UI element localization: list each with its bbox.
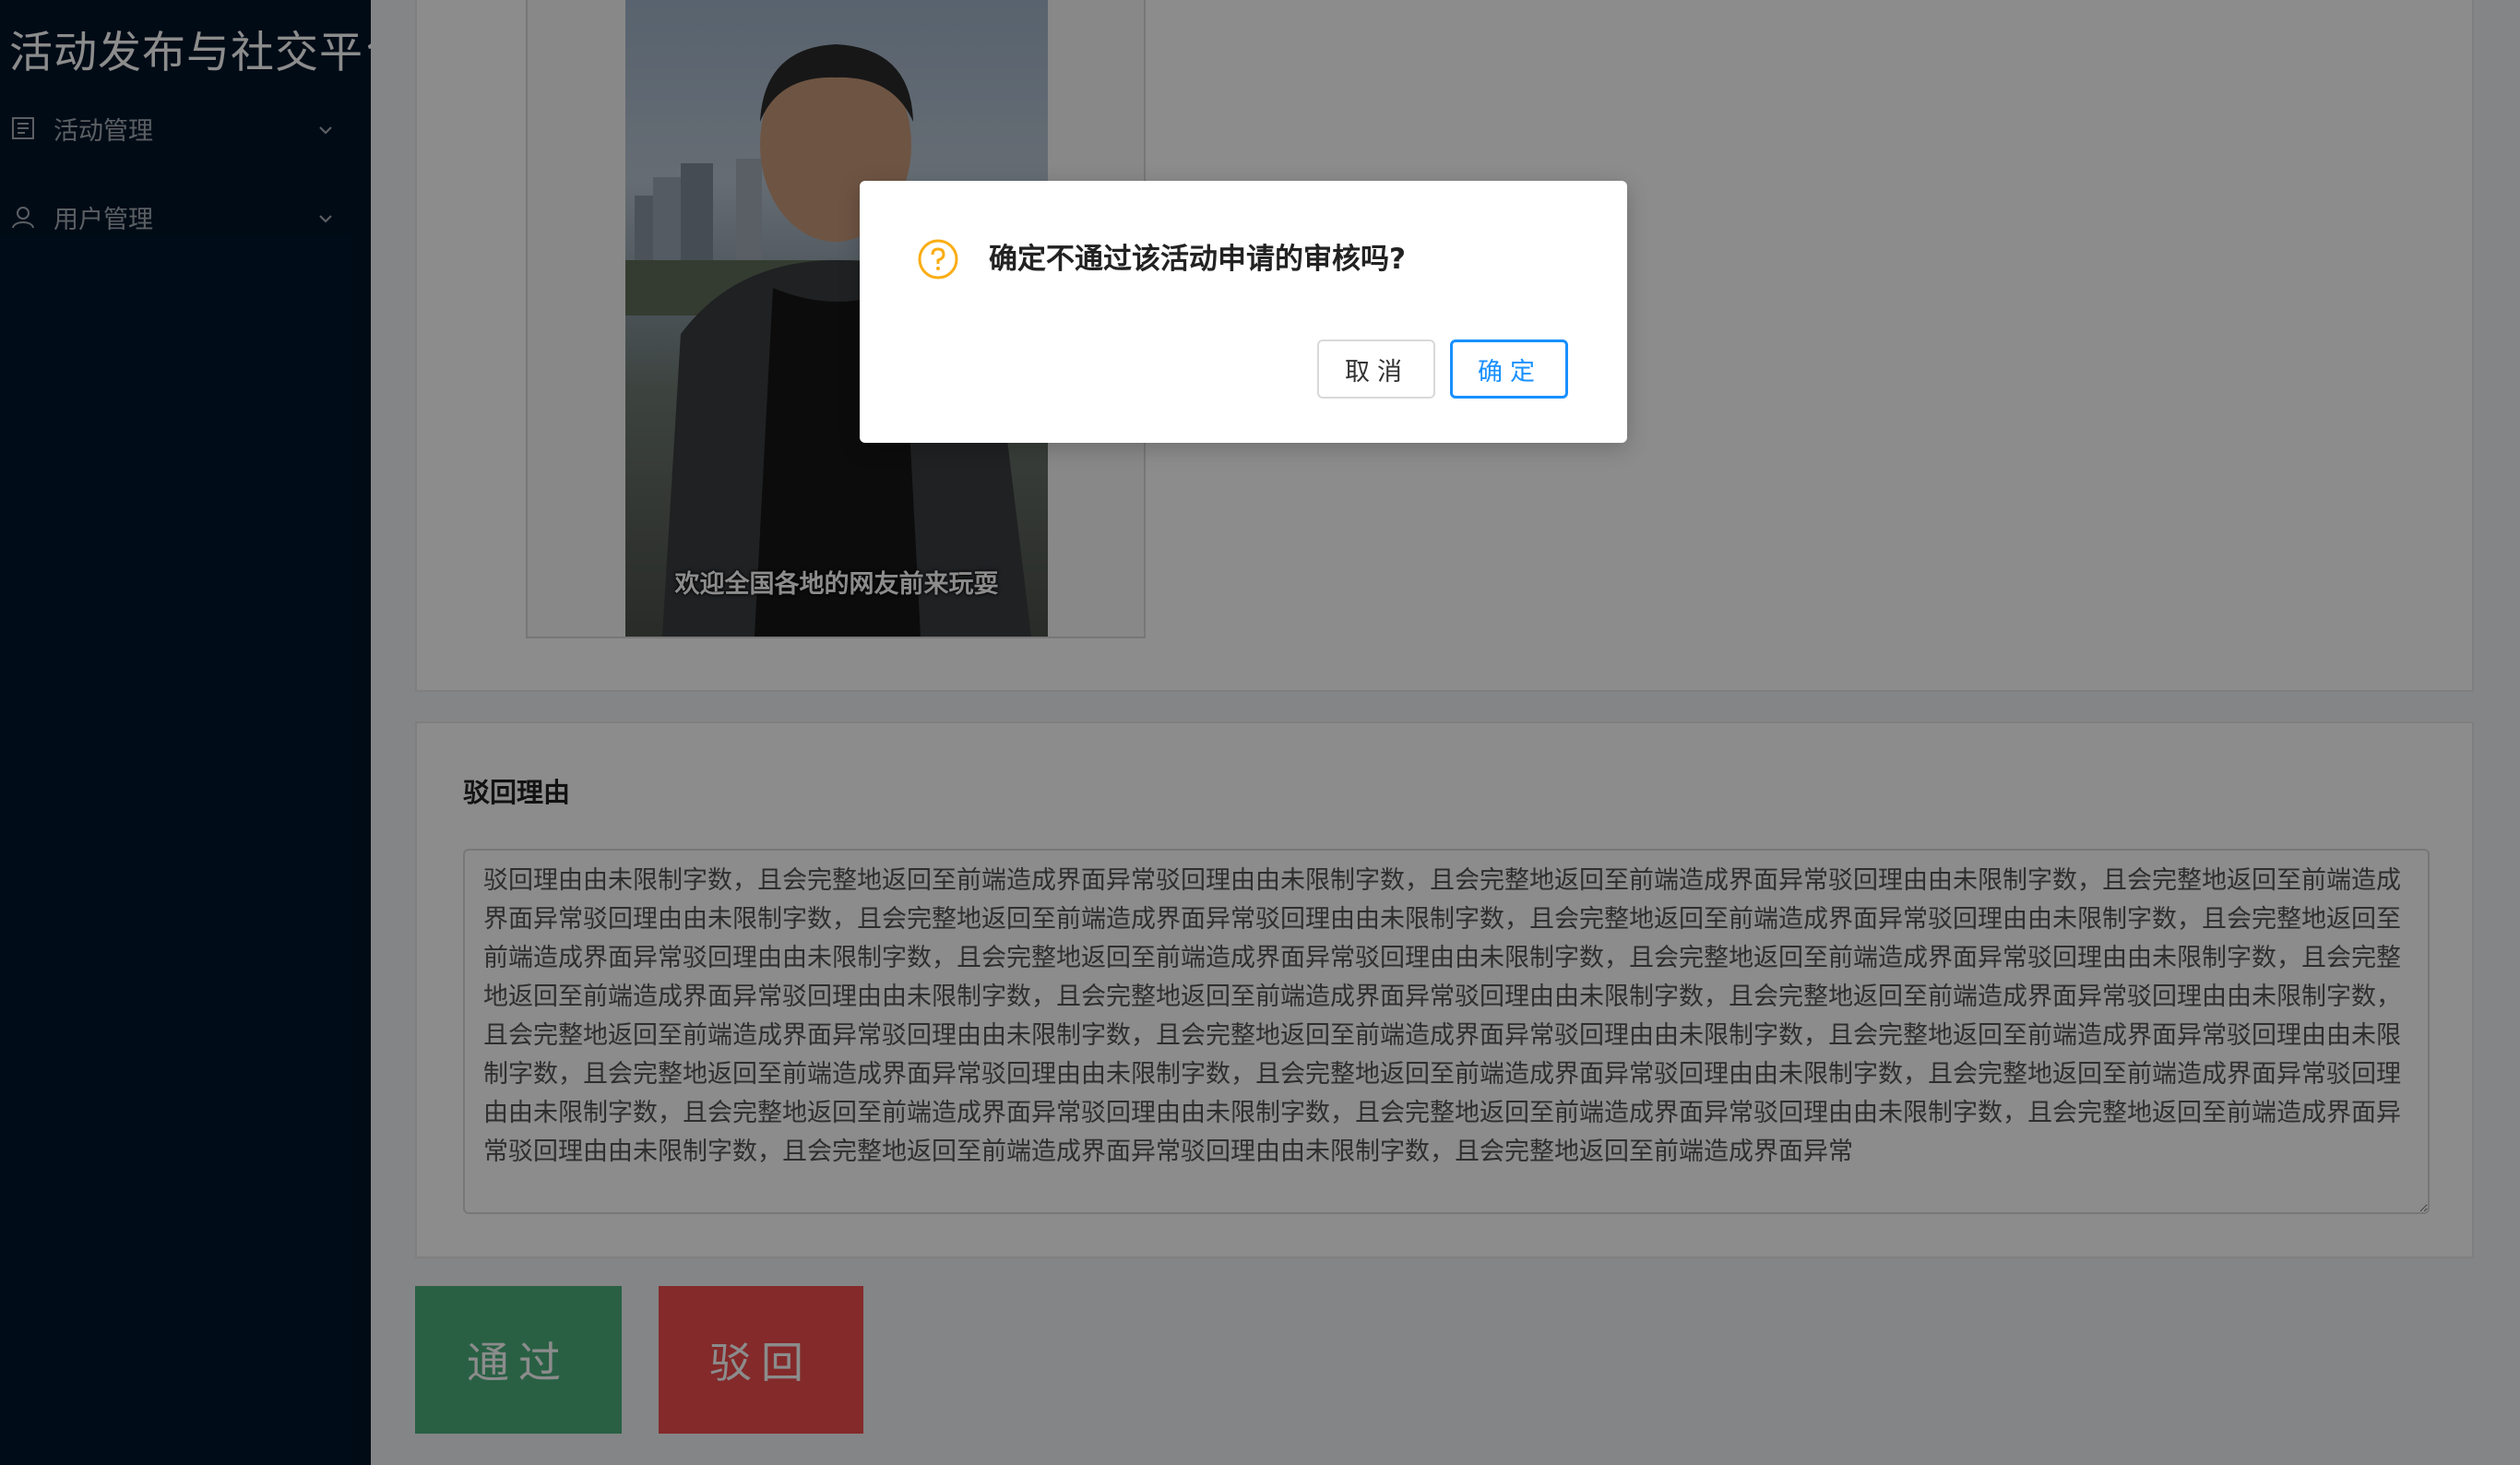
dialog-title: 确定不通过该活动申请的审核吗? [989,243,1406,276]
confirm-button[interactable]: 确定 [1450,339,1568,399]
cancel-button[interactable]: 取消 [1317,339,1435,399]
question-circle-icon [917,238,959,280]
confirm-dialog: 确定不通过该活动申请的审核吗? 取消 确定 [860,181,1627,443]
